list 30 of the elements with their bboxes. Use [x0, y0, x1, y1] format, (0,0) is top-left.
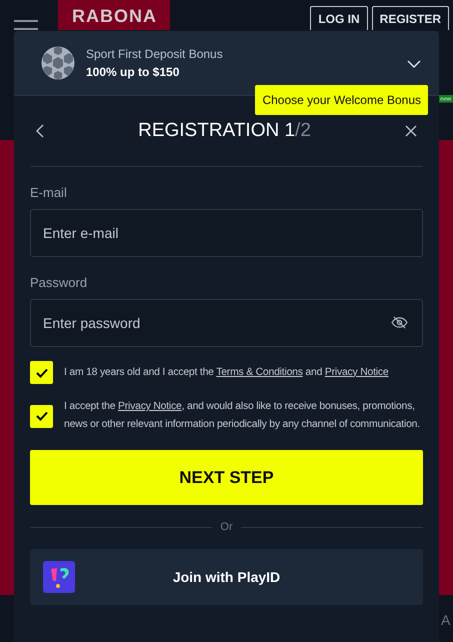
registration-title: REGISTRATION 1/2 — [138, 120, 311, 142]
policy-link[interactable]: Privacy Notice — [324, 366, 388, 378]
edge-text: A — [441, 612, 452, 628]
policy-link[interactable]: Privacy Notice — [118, 401, 182, 412]
back-icon[interactable] — [36, 124, 44, 138]
password-field[interactable]: Enter password — [30, 299, 423, 347]
soccer-ball-icon — [40, 45, 76, 81]
consent-text: I am 18 years old and I accept the Terms & Conditions and Privacy Notice — [64, 366, 388, 380]
bonus-title: Sport First Deposit Bonus — [86, 47, 223, 61]
email-field[interactable]: Enter e-mail — [30, 209, 423, 257]
checkmark-icon — [36, 368, 48, 378]
field-label: E-mail — [30, 185, 68, 200]
eye-slash-icon[interactable] — [391, 316, 408, 329]
checkmark-icon — [36, 411, 48, 421]
login-button[interactable]: LOG IN — [310, 6, 368, 30]
playid-button[interactable]: Join with PlayID — [30, 549, 423, 605]
next-step-button[interactable]: NEXT STEP — [30, 450, 423, 505]
checkbox[interactable] — [30, 404, 53, 428]
chevron-down-icon[interactable] — [407, 60, 421, 68]
field-label: Password — [30, 275, 88, 290]
logo[interactable]: RABONA — [58, 0, 170, 30]
bonus-amount: 100% up to $150 — [86, 65, 180, 79]
divider-text: Or — [220, 521, 233, 533]
close-icon[interactable] — [405, 125, 417, 137]
consent-text: I accept the Privacy Notice, and would also like to receive bonuses, promotions, news or other relevant information periodically by any channel of communication. — [64, 400, 421, 432]
checkbox[interactable] — [30, 361, 53, 384]
playid-logo-icon — [43, 561, 75, 593]
policy-link[interactable]: Terms & Conditions — [216, 366, 303, 378]
register-button[interactable]: REGISTER — [372, 6, 449, 30]
tooltip: Choose your Welcome Bonus — [255, 85, 428, 115]
